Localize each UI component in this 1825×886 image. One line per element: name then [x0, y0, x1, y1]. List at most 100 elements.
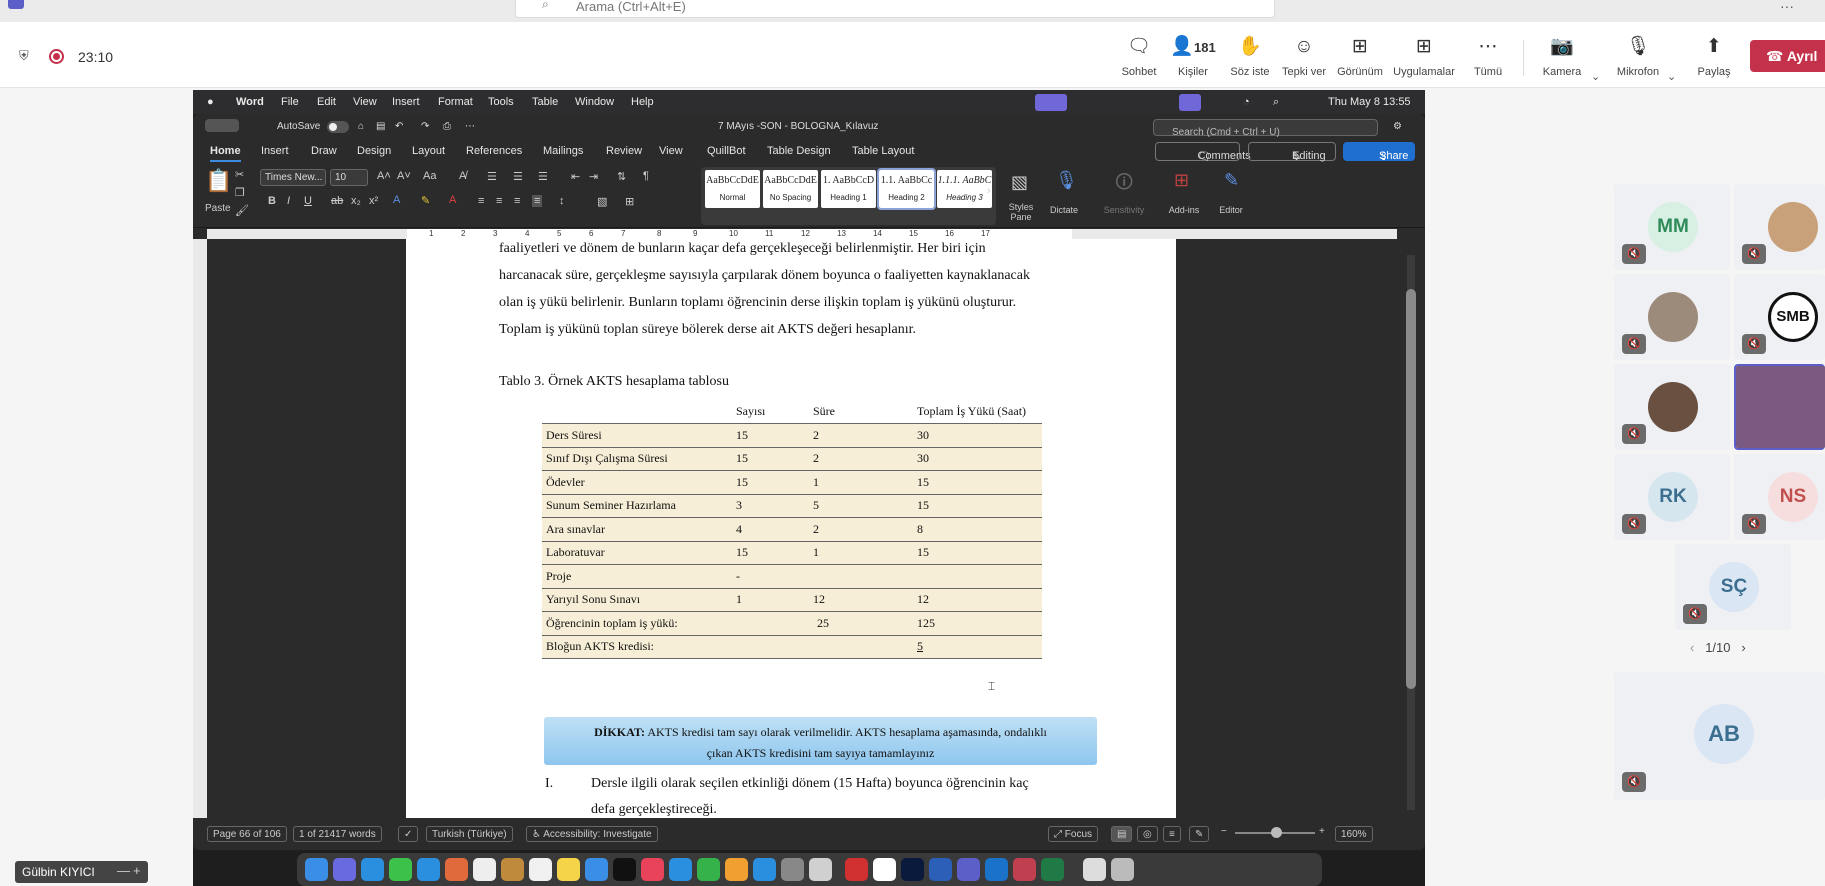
leave-button[interactable]: ☎ Ayrıl	[1750, 40, 1825, 72]
downloads-folder-icon[interactable]	[1083, 858, 1106, 881]
proofing-icon[interactable]: ✓	[398, 826, 419, 842]
dictate-label[interactable]: Dictate	[1041, 205, 1087, 215]
align-center-icon[interactable]: ≡	[496, 195, 502, 207]
camera-options-chevron-icon[interactable]: ⌄	[1591, 70, 1600, 83]
strikethrough-button[interactable]: ab	[331, 195, 343, 207]
subscript-button[interactable]: x₂	[351, 195, 361, 207]
preview-icon[interactable]	[809, 858, 832, 881]
share-screen-button[interactable]: ⬆ Paylaş	[1692, 36, 1736, 78]
tab-draw[interactable]: Draw	[311, 145, 337, 157]
tab-references[interactable]: References	[466, 145, 522, 157]
redo-icon[interactable]: ↷	[421, 121, 429, 132]
tab-insert[interactable]: Insert	[261, 145, 289, 157]
expand-icon[interactable]: +	[133, 863, 141, 878]
table-header-cell[interactable]: Sayısı	[732, 400, 809, 424]
shading-icon[interactable]: ▧	[597, 195, 607, 208]
teams-icon[interactable]	[957, 858, 980, 881]
table-header-cell[interactable]	[542, 400, 732, 424]
justify-icon[interactable]: ≡	[532, 195, 543, 207]
editor-label[interactable]: Editor	[1211, 205, 1251, 215]
table-cell[interactable]: 25	[809, 611, 913, 636]
word-icon[interactable]	[929, 858, 952, 881]
document-title[interactable]: 7 MAyıs -SON - BOLOGNA_Kılavuz	[718, 121, 878, 132]
participant-tile[interactable]: MM 🔇	[1614, 184, 1730, 270]
table-cell[interactable]: Laboratuvar	[542, 541, 732, 565]
shield-icon[interactable]: ⛨	[19, 48, 33, 64]
tab-table-design[interactable]: Table Design	[767, 145, 831, 157]
menu-view[interactable]: View	[353, 96, 377, 108]
chevron-left-icon[interactable]: ‹	[1690, 640, 1694, 655]
apps-button[interactable]: ⊞ Uygulamalar	[1393, 36, 1455, 78]
participant-tile[interactable]: SMB 🔇	[1734, 274, 1825, 360]
paste-icon[interactable]: 📋	[205, 168, 232, 194]
text-effects-icon[interactable]: A	[393, 194, 400, 206]
bold-button[interactable]: B	[268, 195, 276, 207]
safari-icon[interactable]	[361, 858, 384, 881]
more-options-icon[interactable]: ···	[1780, 0, 1794, 14]
table-cell[interactable]: 5	[809, 494, 913, 518]
sort-icon[interactable]: ⇅	[617, 170, 626, 183]
participant-tile-speaking[interactable]	[1734, 364, 1825, 450]
screen-share-status-icon[interactable]	[1035, 94, 1067, 111]
teams-logo-icon[interactable]	[8, 0, 24, 9]
save-icon[interactable]: ▤	[376, 121, 385, 132]
mac-clock[interactable]: Thu May 8 13:55	[1328, 96, 1411, 108]
editing-button[interactable]: ✎ Editing ⌄	[1248, 142, 1336, 163]
body-line[interactable]: faaliyetleri ve dönem de bunların kaçar …	[499, 241, 986, 257]
autosave-toggle[interactable]	[327, 121, 349, 133]
numbers-icon[interactable]	[697, 858, 720, 881]
table-cell[interactable]: 15	[732, 541, 809, 565]
menu-help[interactable]: Help	[631, 96, 654, 108]
table-cell[interactable]: Bloğun AKTS kredisi:	[542, 635, 732, 659]
participant-tile[interactable]: 🔇	[1734, 184, 1825, 270]
table-cell[interactable]: 2	[809, 423, 913, 448]
style-normal[interactable]: AaBbCcDdE Normal	[705, 170, 760, 208]
chat-button[interactable]: 🗨 Sohbet	[1117, 36, 1161, 78]
tab-review[interactable]: Review	[606, 145, 642, 157]
table-cell[interactable]: 12	[809, 588, 913, 612]
print-layout-icon[interactable]: ▤	[1111, 826, 1133, 842]
accessibility-status[interactable]: ♿ Accessibility: Investigate	[526, 826, 658, 842]
people-button[interactable]: 👤181 Kişiler	[1168, 36, 1218, 78]
numbering-icon[interactable]: ☰	[513, 170, 523, 183]
settings-icon[interactable]: ⚙	[1393, 121, 1402, 132]
style-heading-1[interactable]: 1. AaBbCcD Heading 1	[821, 170, 876, 208]
borders-icon[interactable]: ⊞	[625, 195, 634, 208]
table-cell[interactable]: Ders Süresi	[542, 423, 732, 448]
zoom-slider-thumb[interactable]	[1271, 827, 1282, 838]
table-header-cell[interactable]: Toplam İş Yükü (Saat)	[913, 400, 1042, 424]
notes-icon[interactable]	[557, 858, 580, 881]
tab-design[interactable]: Design	[357, 145, 391, 157]
table-cell[interactable]: 125	[913, 611, 1042, 636]
clear-formatting-icon[interactable]: A̸	[459, 170, 466, 182]
table-header-cell[interactable]: Süre	[809, 400, 913, 424]
table-cell[interactable]: Ödevler	[542, 470, 732, 495]
table-cell[interactable]: 2	[809, 517, 913, 542]
table-cell[interactable]: 1	[809, 470, 913, 495]
table-cell[interactable]: 15	[913, 541, 1042, 565]
table-cell[interactable]: 15	[913, 494, 1042, 518]
tab-home[interactable]: Home	[210, 145, 241, 162]
highlight-icon[interactable]: ✎	[421, 194, 430, 207]
align-left-icon[interactable]: ≡	[478, 195, 484, 207]
react-button[interactable]: ☺ Tepki ver	[1282, 36, 1326, 78]
akts-table[interactable]: Sayısı Süre Toplam İş Yükü (Saat) Ders S…	[542, 400, 1042, 659]
home-icon[interactable]: ⌂	[358, 121, 364, 132]
menu-window[interactable]: Window	[575, 96, 614, 108]
format-painter-icon[interactable]: 🖌	[235, 204, 249, 217]
add-ins-icon[interactable]: ⊞	[1174, 170, 1189, 191]
tab-mailings[interactable]: Mailings	[543, 145, 583, 157]
line-spacing-icon[interactable]: ↕	[559, 195, 565, 207]
launchpad-icon[interactable]	[333, 858, 356, 881]
chrome-icon[interactable]	[873, 858, 896, 881]
menu-file[interactable]: File	[281, 96, 299, 108]
vertical-ruler[interactable]	[193, 239, 207, 819]
window-status-icon[interactable]	[1179, 94, 1201, 111]
language-status[interactable]: Turkish (Türkiye)	[426, 826, 513, 842]
spotlight-icon[interactable]: ⌕	[1273, 96, 1279, 109]
styles-pane-label[interactable]: Styles Pane	[1001, 202, 1041, 222]
web-layout-icon[interactable]: ◎	[1137, 826, 1158, 842]
table-cell[interactable]: -	[732, 564, 809, 589]
undo-icon[interactable]: ↶	[395, 121, 403, 132]
paste-label[interactable]: Paste	[205, 203, 231, 214]
